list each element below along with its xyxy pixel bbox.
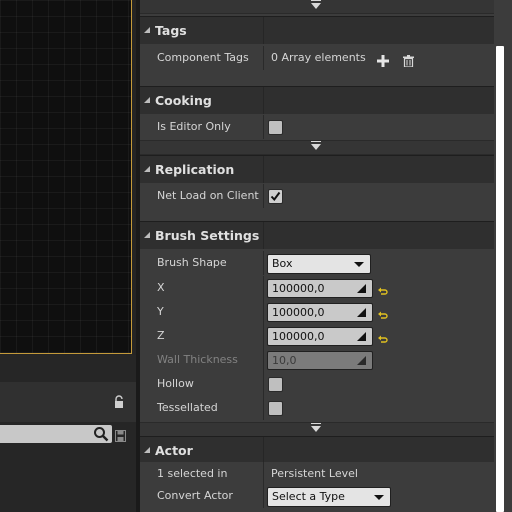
- dropdown-arrow-icon: [354, 262, 364, 267]
- is-editor-only-checkbox[interactable]: [268, 120, 283, 135]
- dropdown-value: Select a Type: [272, 490, 345, 503]
- reset-to-default-icon[interactable]: [378, 306, 388, 319]
- chevron-down-icon: [311, 0, 321, 9]
- section-title: Brush Settings: [155, 228, 260, 243]
- prop-row-hollow: Hollow: [140, 372, 494, 396]
- prop-label: Tessellated: [157, 401, 218, 414]
- section-cooking[interactable]: Cooking: [140, 86, 494, 114]
- section-title: Cooking: [155, 93, 212, 108]
- section-title: Actor: [155, 443, 193, 458]
- reset-to-default-icon[interactable]: [378, 330, 388, 343]
- advanced-expand-bar[interactable]: [140, 422, 494, 437]
- tessellated-checkbox[interactable]: [268, 401, 283, 416]
- prop-label: X: [157, 281, 165, 294]
- brush-shape-dropdown[interactable]: Box: [267, 254, 371, 274]
- section-tags[interactable]: Tags: [140, 16, 494, 44]
- prop-row-brush-shape: Brush Shape Box: [140, 251, 494, 275]
- level-name: Persistent Level: [271, 467, 358, 480]
- details-scrollbar-thumb[interactable]: [496, 46, 504, 512]
- search-input[interactable]: [0, 425, 112, 443]
- collapse-triangle-icon: [144, 97, 150, 103]
- prop-label: Component Tags: [157, 51, 249, 64]
- section-brush-settings[interactable]: Brush Settings: [140, 221, 494, 249]
- prop-label: Y: [157, 305, 164, 318]
- prop-row-z: Z 100000,0: [140, 324, 494, 348]
- section-title: Tags: [155, 23, 187, 38]
- net-load-checkbox[interactable]: [268, 189, 283, 204]
- drag-handle-icon: [357, 356, 366, 365]
- prop-row-is-editor-only: Is Editor Only: [140, 115, 494, 139]
- lock-icon[interactable]: [112, 394, 126, 408]
- prop-label: Wall Thickness: [157, 353, 238, 366]
- search-icon[interactable]: [93, 426, 109, 442]
- hollow-checkbox[interactable]: [268, 377, 283, 392]
- chevron-down-icon: [311, 423, 321, 432]
- prop-row-tessellated: Tessellated: [140, 396, 494, 420]
- advanced-expand-bar[interactable]: [140, 0, 494, 14]
- section-replication[interactable]: Replication: [140, 155, 494, 183]
- prop-label: Z: [157, 329, 165, 342]
- prop-row-net-load: Net Load on Client: [140, 184, 494, 208]
- convert-actor-dropdown[interactable]: Select a Type: [267, 487, 391, 507]
- y-field[interactable]: 100000,0: [267, 303, 373, 322]
- prop-row-wall-thickness: Wall Thickness 10,0: [140, 348, 494, 372]
- prop-row-convert-actor: Convert Actor Select a Type: [140, 484, 494, 508]
- wall-thickness-field: 10,0: [267, 351, 373, 370]
- level-viewport[interactable]: [0, 0, 132, 354]
- section-title: Replication: [155, 162, 235, 177]
- prop-row-y: Y 100000,0: [140, 300, 494, 324]
- reset-to-default-icon[interactable]: [378, 282, 388, 295]
- x-field[interactable]: 100000,0: [267, 279, 373, 298]
- collapse-triangle-icon: [144, 166, 150, 172]
- checkmark-icon: [270, 191, 281, 202]
- prop-label: Is Editor Only: [157, 120, 231, 133]
- prop-label: Hollow: [157, 377, 194, 390]
- collapse-triangle-icon: [144, 232, 150, 238]
- drag-handle-icon: [357, 308, 366, 317]
- prop-row-x: X 100000,0: [140, 276, 494, 300]
- trash-icon[interactable]: [403, 52, 414, 68]
- prop-label: Convert Actor: [157, 489, 233, 502]
- advanced-expand-bar[interactable]: [140, 140, 494, 155]
- drag-handle-icon: [357, 284, 366, 293]
- prop-row-component-tags: Component Tags 0 Array elements: [140, 46, 494, 70]
- add-element-icon[interactable]: [377, 52, 389, 67]
- chevron-down-icon: [311, 141, 321, 150]
- collapse-triangle-icon: [144, 447, 150, 453]
- section-actor[interactable]: Actor: [140, 436, 494, 464]
- save-icon[interactable]: [115, 427, 126, 442]
- details-panel: Tags Component Tags 0 Array elements Coo…: [140, 0, 512, 512]
- dropdown-arrow-icon: [374, 495, 384, 500]
- prop-label: 1 selected in: [157, 467, 228, 480]
- collapse-triangle-icon: [144, 27, 150, 33]
- drag-handle-icon: [357, 332, 366, 341]
- prop-label: Brush Shape: [157, 256, 227, 269]
- prop-label: Net Load on Client: [157, 189, 259, 202]
- z-field[interactable]: 100000,0: [267, 327, 373, 346]
- prop-row-selected-in: 1 selected in Persistent Level: [140, 462, 494, 486]
- array-count: 0 Array elements: [271, 51, 366, 64]
- dropdown-value: Box: [272, 257, 293, 270]
